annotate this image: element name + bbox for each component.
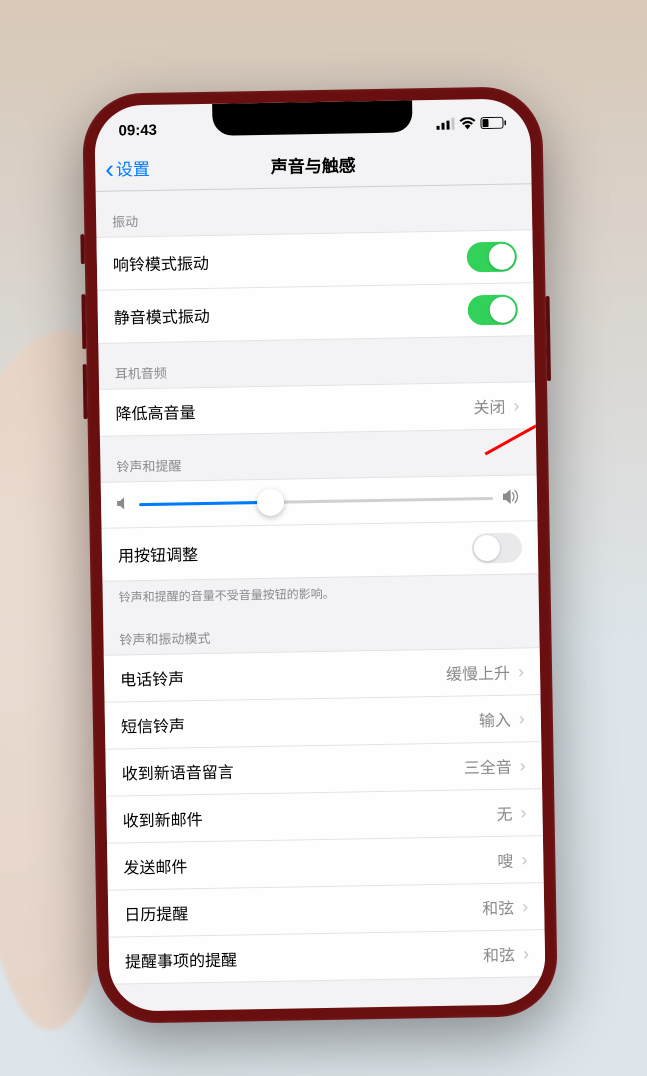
chevron-right-icon: › <box>513 395 519 416</box>
chevron-right-icon: › <box>521 849 527 870</box>
nav-bar: ‹ 设置 声音与触感 <box>95 138 532 192</box>
volume-slider[interactable] <box>139 497 493 506</box>
wifi-icon <box>459 116 475 133</box>
cell-label: 静音模式振动 <box>114 298 468 328</box>
chevron-left-icon: ‹ <box>105 155 114 181</box>
cell-label: 用按钮调整 <box>118 536 472 566</box>
cell-label: 日历提醒 <box>124 895 482 925</box>
section-header-patterns: 铃声和振动模式 <box>103 602 540 655</box>
cell-label: 发送邮件 <box>123 848 497 879</box>
chevron-right-icon: › <box>523 943 529 964</box>
toggle-change-with-buttons[interactable] <box>472 532 523 563</box>
cell-value: 和弦 <box>482 895 514 920</box>
cell-value: 无 <box>496 801 512 825</box>
patterns-list: 电话铃声缓慢上升 › 短信铃声输入 › 收到新语音留言三全音 › 收到新邮件无 › 发送邮件嗖 ›… <box>104 647 546 985</box>
speaker-low-icon <box>117 496 129 513</box>
cell-label: 电话铃声 <box>120 661 446 691</box>
cell-sound-pattern[interactable]: 短信铃声输入 › <box>105 695 542 750</box>
chevron-right-icon: › <box>522 896 528 917</box>
back-label: 设置 <box>116 155 150 181</box>
chevron-right-icon: › <box>520 755 526 776</box>
back-button[interactable]: ‹ 设置 <box>95 154 150 181</box>
cell-sound-pattern[interactable]: 提醒事项的提醒和弦 › <box>109 930 546 985</box>
cell-sound-pattern[interactable]: 发送邮件嗖 › <box>107 836 544 891</box>
section-header-headphone: 耳机音频 <box>98 336 535 389</box>
cell-label: 收到新邮件 <box>122 801 496 832</box>
cell-value: 输入 <box>479 707 511 732</box>
toggle-silent-vibrate[interactable] <box>467 295 518 326</box>
speaker-high-icon <box>503 489 521 506</box>
cell-value: 嗖 <box>497 848 513 872</box>
slider-thumb[interactable] <box>257 489 284 516</box>
cell-sound-pattern[interactable]: 电话铃声缓慢上升 › <box>104 647 541 703</box>
volume-up-button[interactable] <box>81 294 86 349</box>
cell-label: 收到新语音留言 <box>122 755 464 785</box>
screen: 09:43 ‹ 设置 <box>94 98 546 1011</box>
volume-down-button[interactable] <box>83 364 88 419</box>
page-title: 声音与触感 <box>95 148 531 181</box>
cell-sound-pattern[interactable]: 收到新邮件无 › <box>106 789 543 844</box>
section-header-ringer: 铃声和提醒 <box>100 429 537 482</box>
cell-label: 响铃模式振动 <box>113 245 467 275</box>
notch <box>212 100 413 135</box>
cell-sound-pattern[interactable]: 日历提醒和弦 › <box>108 883 545 938</box>
chevron-right-icon: › <box>519 708 525 729</box>
status-time: 09:43 <box>118 121 157 139</box>
cell-value: 关闭 <box>473 394 505 419</box>
side-button[interactable] <box>546 296 551 381</box>
battery-icon <box>480 115 506 132</box>
toggle-ring-vibrate[interactable] <box>467 242 518 273</box>
mute-switch[interactable] <box>80 234 85 264</box>
cell-label: 提醒事项的提醒 <box>125 942 483 972</box>
cell-ring-vibrate[interactable]: 响铃模式振动 <box>96 229 533 291</box>
signal-icon <box>436 116 454 133</box>
chevron-right-icon: › <box>520 802 526 823</box>
cell-value: 和弦 <box>483 942 515 967</box>
cell-value: 缓慢上升 <box>446 660 510 685</box>
phone-frame: 09:43 ‹ 设置 <box>82 86 558 1024</box>
volume-slider-cell <box>101 474 538 529</box>
cell-sound-pattern[interactable]: 收到新语音留言三全音 › <box>105 742 542 797</box>
cell-reduce-loud-sounds[interactable]: 降低高音量 关闭 › <box>99 381 536 437</box>
cell-label: 短信铃声 <box>121 707 479 737</box>
section-header-vibration: 振动 <box>96 184 533 237</box>
chevron-right-icon: › <box>518 661 524 682</box>
cell-silent-vibrate[interactable]: 静音模式振动 <box>97 283 534 344</box>
cell-value: 三全音 <box>463 754 511 779</box>
cell-change-with-buttons[interactable]: 用按钮调整 <box>102 521 539 582</box>
cell-label: 降低高音量 <box>115 394 473 424</box>
